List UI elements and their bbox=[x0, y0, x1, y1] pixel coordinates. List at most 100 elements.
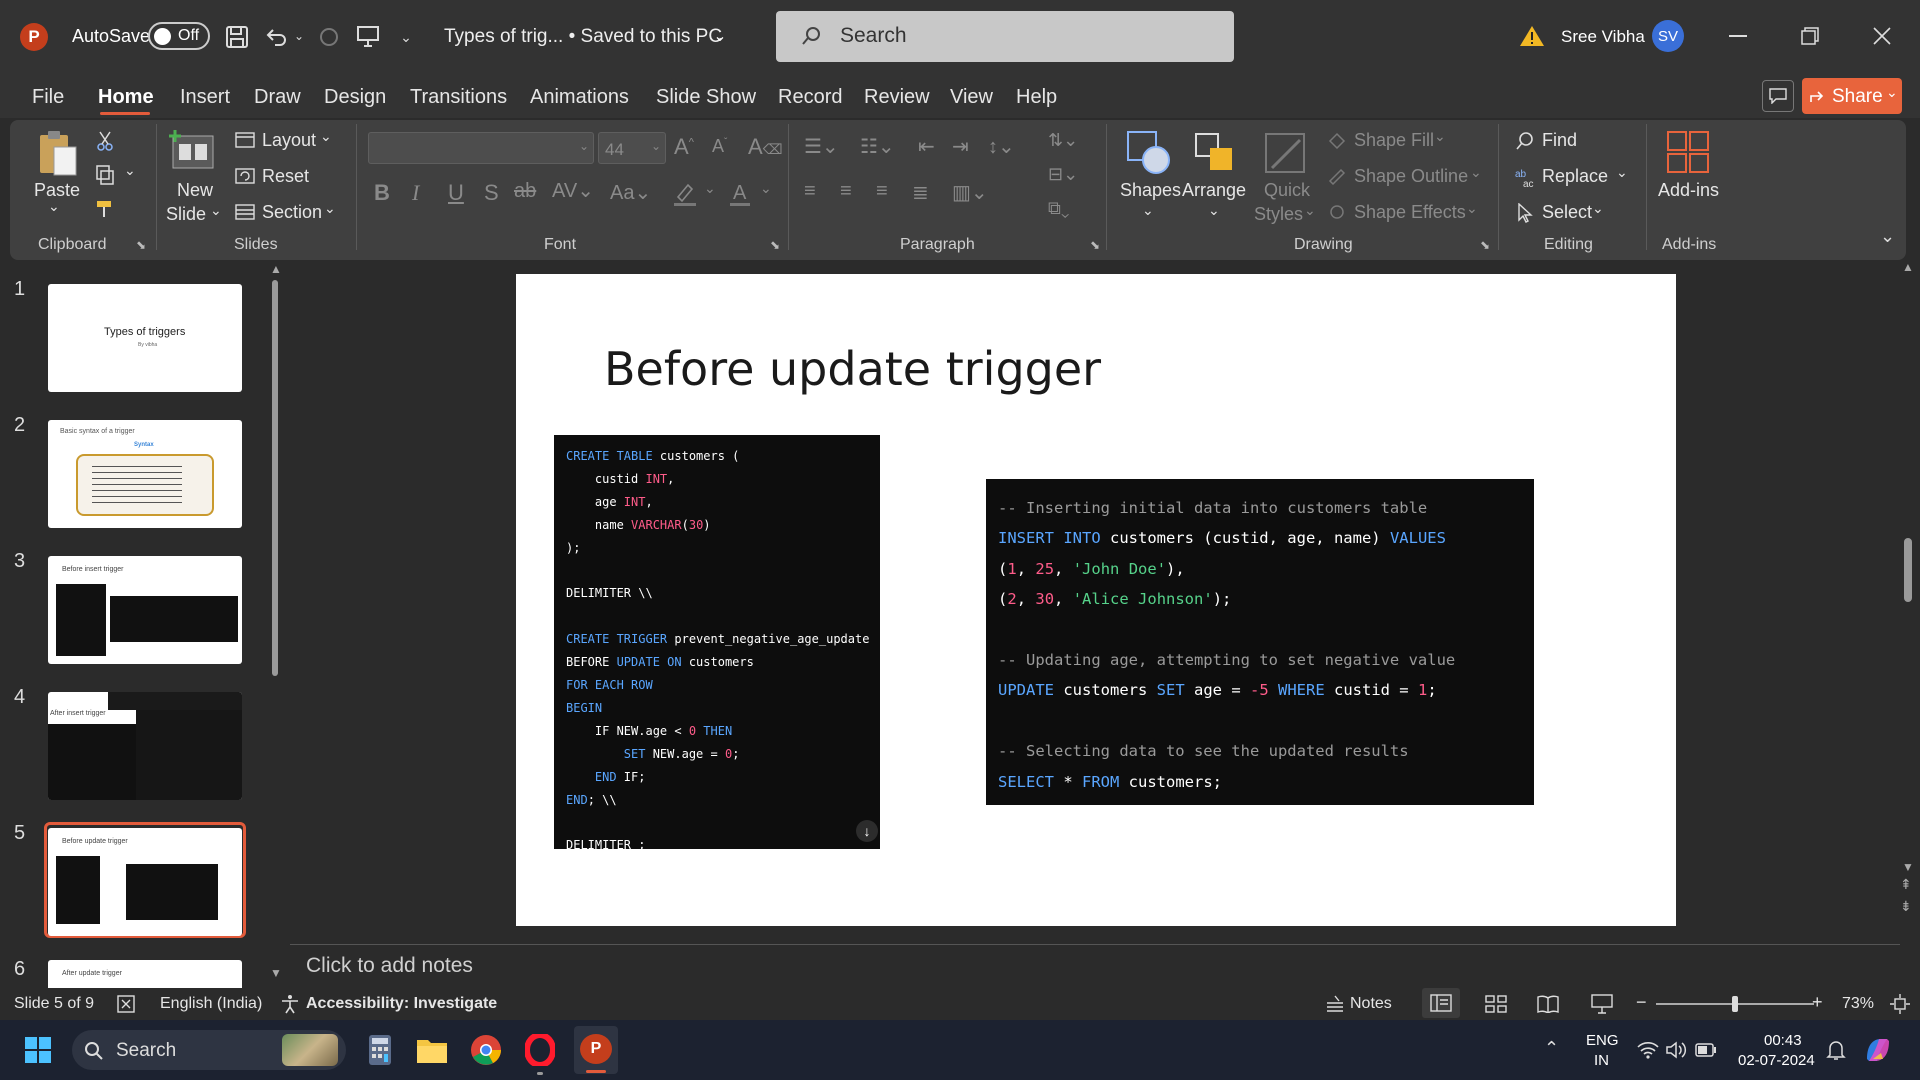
copilot-icon[interactable] bbox=[1862, 1034, 1894, 1066]
find-label[interactable]: Find bbox=[1542, 130, 1577, 151]
tab-insert[interactable]: Insert bbox=[180, 86, 230, 109]
search-box[interactable]: Search bbox=[776, 11, 1234, 62]
quick-styles-icon[interactable] bbox=[1260, 128, 1310, 178]
taskbar-search-box[interactable]: Search bbox=[72, 1030, 346, 1070]
quick-styles-dropdown-icon[interactable]: ⌄ bbox=[1304, 202, 1316, 219]
slide-thumbnail-4[interactable]: After insert trigger bbox=[48, 692, 242, 800]
input-language-2[interactable]: IN bbox=[1594, 1052, 1609, 1069]
columns-icon[interactable]: ▥⌄ bbox=[952, 180, 988, 205]
comments-icon[interactable] bbox=[1762, 80, 1794, 112]
calculator-app-icon[interactable] bbox=[362, 1032, 398, 1068]
document-title[interactable]: Types of trig... • Saved to this PC bbox=[444, 26, 722, 48]
shape-outline-icon[interactable] bbox=[1326, 166, 1348, 186]
layout-icon[interactable] bbox=[234, 130, 256, 150]
slide-thumbnail-5[interactable]: Before update trigger bbox=[48, 828, 242, 936]
line-spacing-icon[interactable]: ↕⌄ bbox=[988, 134, 1015, 159]
zoom-out-icon[interactable]: − bbox=[1636, 992, 1647, 1013]
shape-fill-dropdown-icon[interactable]: ⌄ bbox=[1434, 128, 1446, 145]
shape-outline-label[interactable]: Shape Outline bbox=[1354, 166, 1468, 187]
notes-placeholder[interactable]: Click to add notes bbox=[306, 954, 473, 978]
font-launcher-icon[interactable]: ⬊ bbox=[770, 238, 780, 252]
paste-icon[interactable] bbox=[34, 128, 82, 180]
previous-slide-icon[interactable]: ⇞ bbox=[1900, 876, 1912, 893]
highlight-dropdown-icon[interactable]: ⌄ bbox=[704, 180, 716, 197]
slide-canvas[interactable]: Before update trigger CREATE TABLE custo… bbox=[516, 274, 1676, 926]
tab-transitions[interactable]: Transitions bbox=[410, 86, 507, 109]
slide-thumbnail-6[interactable]: After update trigger bbox=[48, 960, 242, 988]
drawing-launcher-icon[interactable]: ⬊ bbox=[1480, 238, 1490, 252]
layout-label[interactable]: Layout bbox=[262, 130, 316, 151]
powerpoint-taskbar-button[interactable]: P bbox=[574, 1026, 618, 1074]
increase-indent-icon[interactable]: ⇥ bbox=[952, 134, 969, 159]
battery-icon[interactable] bbox=[1694, 1038, 1718, 1062]
shapes-icon[interactable] bbox=[1124, 128, 1174, 178]
opera-app-icon[interactable] bbox=[522, 1032, 558, 1068]
user-avatar[interactable]: SV bbox=[1652, 20, 1684, 52]
shapes-dropdown-icon[interactable]: ⌄ bbox=[1142, 202, 1154, 219]
italic-icon[interactable]: I bbox=[412, 180, 419, 206]
save-icon[interactable] bbox=[222, 22, 252, 52]
text-direction-icon[interactable]: ⇅⌄ bbox=[1048, 130, 1078, 151]
minimize-icon[interactable] bbox=[1722, 20, 1754, 52]
shadow-icon[interactable]: S bbox=[484, 180, 499, 206]
zoom-level[interactable]: 73% bbox=[1842, 995, 1874, 1013]
bullets-icon[interactable]: ☰⌄ bbox=[804, 134, 839, 159]
fit-to-window-icon[interactable] bbox=[1888, 993, 1912, 1015]
shapes-label[interactable]: Shapes bbox=[1120, 180, 1181, 201]
clear-formatting-icon[interactable]: A⌫ bbox=[748, 134, 782, 160]
align-right-icon[interactable]: ≡ bbox=[876, 180, 888, 203]
chrome-app-icon[interactable] bbox=[468, 1032, 504, 1068]
new-slide-label-1[interactable]: New bbox=[177, 180, 213, 201]
slide-title[interactable]: Before update trigger bbox=[604, 342, 1101, 396]
reset-icon[interactable] bbox=[234, 166, 256, 186]
code-block-create-trigger[interactable]: CREATE TABLE customers ( custid INT, age… bbox=[554, 435, 880, 849]
slide-thumbnail-1[interactable]: Types of triggers By vibha bbox=[48, 284, 242, 392]
code-block-update-test[interactable]: -- Inserting initial data into customers… bbox=[986, 479, 1534, 805]
numbering-icon[interactable]: ☷⌄ bbox=[860, 134, 895, 159]
quick-styles-label-2[interactable]: Styles bbox=[1254, 204, 1303, 225]
copy-dropdown-icon[interactable]: ⌄ bbox=[124, 162, 136, 179]
title-chevron-down-icon[interactable]: ⌄ bbox=[710, 26, 730, 46]
section-label[interactable]: Section bbox=[262, 202, 322, 223]
scroll-down-arrow-icon[interactable]: ↓ bbox=[856, 820, 878, 842]
decrease-indent-icon[interactable]: ⇤ bbox=[918, 134, 935, 159]
notes-pane[interactable]: Click to add notes bbox=[290, 944, 1900, 988]
decrease-font-icon[interactable]: Aˇ bbox=[712, 136, 727, 157]
font-size-dropdown[interactable]: 44 ⌄ bbox=[598, 132, 666, 164]
clock-time[interactable]: 00:43 bbox=[1764, 1032, 1802, 1049]
align-left-icon[interactable]: ≡ bbox=[804, 180, 816, 203]
align-text-icon[interactable]: ⊟⌄ bbox=[1048, 164, 1078, 185]
notifications-bell-icon[interactable] bbox=[1824, 1038, 1848, 1062]
tab-record[interactable]: Record bbox=[778, 86, 842, 109]
add-ins-icon[interactable] bbox=[1664, 128, 1712, 176]
language-label[interactable]: English (India) bbox=[160, 995, 262, 1013]
windows-start-icon[interactable] bbox=[24, 1036, 52, 1064]
bold-icon[interactable]: B bbox=[374, 180, 390, 206]
quick-styles-label-1[interactable]: Quick bbox=[1264, 180, 1310, 201]
canvas-scrollbar-thumb[interactable] bbox=[1904, 538, 1912, 602]
clipboard-launcher-icon[interactable]: ⬊ bbox=[136, 238, 146, 252]
autosave-toggle[interactable]: Off bbox=[148, 22, 210, 50]
character-spacing-icon[interactable]: AV⌄ bbox=[552, 178, 594, 203]
paragraph-launcher-icon[interactable]: ⬊ bbox=[1090, 238, 1100, 252]
undo-dropdown-icon[interactable]: ⌄ bbox=[292, 28, 306, 44]
section-icon[interactable] bbox=[234, 202, 256, 222]
tab-design[interactable]: Design bbox=[324, 86, 386, 109]
normal-view-button[interactable] bbox=[1422, 988, 1460, 1018]
notes-toggle-icon[interactable] bbox=[1324, 993, 1346, 1015]
show-hidden-icons-icon[interactable]: ⌃ bbox=[1544, 1038, 1559, 1059]
clock-date[interactable]: 02-07-2024 bbox=[1738, 1052, 1815, 1069]
replace-label[interactable]: Replace bbox=[1542, 166, 1608, 187]
new-slide-icon[interactable] bbox=[168, 128, 218, 172]
volume-icon[interactable] bbox=[1664, 1038, 1688, 1062]
tab-view[interactable]: View bbox=[950, 86, 993, 109]
canvas-scroll-up-icon[interactable]: ▲ bbox=[1902, 260, 1914, 274]
new-slide-label-2[interactable]: Slide bbox=[166, 204, 206, 225]
arrange-dropdown-icon[interactable]: ⌄ bbox=[1208, 202, 1220, 219]
file-explorer-app-icon[interactable] bbox=[414, 1032, 450, 1068]
replace-icon[interactable]: ab ac bbox=[1514, 166, 1536, 188]
shape-fill-icon[interactable] bbox=[1326, 130, 1348, 150]
highlight-color-icon[interactable] bbox=[670, 180, 700, 208]
accessibility-label[interactable]: Accessibility: Investigate bbox=[306, 995, 497, 1013]
next-slide-icon[interactable]: ⇟ bbox=[1900, 898, 1912, 915]
